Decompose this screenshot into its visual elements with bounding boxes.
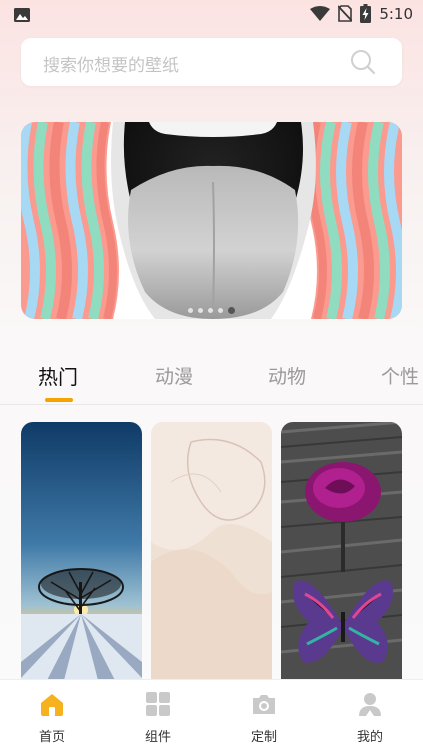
wifi-icon (310, 5, 331, 21)
carousel-dot[interactable] (188, 308, 193, 313)
banner-image (21, 122, 402, 319)
tree-sunset-image (21, 422, 142, 692)
carousel-dot-active[interactable] (228, 307, 235, 314)
camera-icon (253, 695, 275, 714)
divider (0, 404, 423, 405)
tab-anime[interactable]: 动漫 (155, 362, 193, 389)
widgets-icon (146, 692, 170, 716)
nav-profile-label: 我的 (356, 730, 383, 745)
nav-home-label: 首页 (38, 730, 65, 745)
bottom-navigation: 首页 组件 定制 我的 (0, 679, 423, 754)
nav-home[interactable]: 首页 (17, 690, 87, 745)
rose-butterfly-image (281, 422, 402, 692)
home-icon (41, 694, 63, 716)
carousel-dot[interactable] (198, 308, 203, 313)
wallpaper-card-beige-abstract[interactable] (151, 422, 272, 692)
tab-personality[interactable]: 个性 (381, 362, 419, 389)
no-sim-icon (338, 5, 353, 22)
active-tab-indicator (45, 398, 73, 402)
beige-abstract-image (151, 422, 272, 692)
battery-charging-icon (360, 4, 372, 23)
nav-widgets-label: 组件 (144, 730, 171, 745)
nav-profile[interactable]: 我的 (335, 690, 405, 745)
image-icon (14, 8, 30, 22)
wallpaper-card-tree-sunset[interactable] (21, 422, 142, 692)
tab-hot[interactable]: 热门 (38, 361, 78, 390)
nav-customize-label: 定制 (250, 730, 277, 745)
banner-carousel[interactable] (21, 122, 402, 319)
carousel-dot[interactable] (208, 308, 213, 313)
carousel-indicator (21, 307, 402, 314)
search-icon[interactable] (350, 49, 376, 75)
wallpaper-card-rose-butterfly[interactable] (281, 422, 402, 692)
nav-widgets[interactable]: 组件 (123, 690, 193, 745)
profile-icon (359, 693, 381, 716)
tab-animals[interactable]: 动物 (268, 362, 306, 389)
category-tabs: 热门 动漫 动物 个性 (0, 356, 423, 404)
status-time: 5:10 (379, 4, 413, 23)
status-bar: 5:10 (0, 0, 423, 28)
search-bar[interactable]: 搜索你想要的壁纸 (21, 38, 402, 86)
nav-customize[interactable]: 定制 (229, 690, 299, 745)
search-placeholder: 搜索你想要的壁纸 (43, 56, 179, 76)
carousel-dot[interactable] (218, 308, 223, 313)
